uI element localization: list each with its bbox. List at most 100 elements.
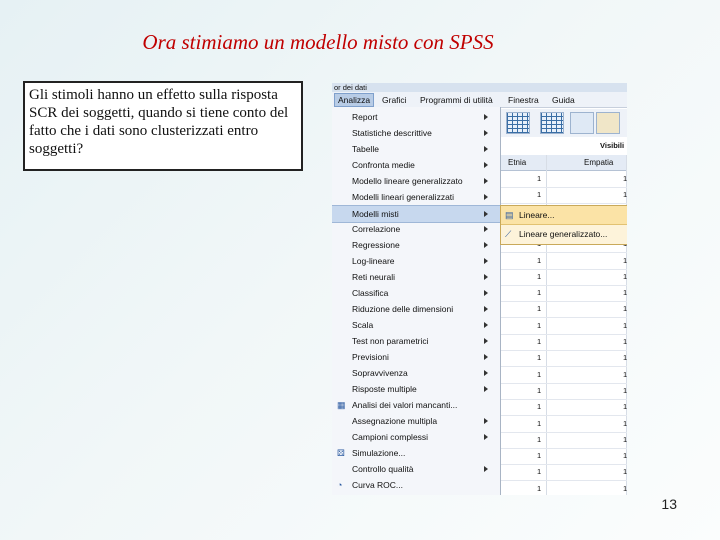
menubar-guida[interactable]: Guida xyxy=(552,95,575,105)
menu-item-label: Riduzione delle dimensioni xyxy=(352,304,454,314)
submenu-arrow-icon xyxy=(484,290,488,296)
grid-cell[interactable]: 1 xyxy=(623,370,627,379)
menu-item[interactable]: Statistiche descrittive xyxy=(332,125,500,141)
column-header-etnia[interactable]: Etnia xyxy=(508,158,526,167)
grid-cell[interactable]: 1 xyxy=(537,288,541,297)
menubar-grafici[interactable]: Grafici xyxy=(382,95,407,105)
grid-cell[interactable]: 1 xyxy=(623,451,627,460)
grid-cell[interactable]: 1 xyxy=(537,174,541,183)
grid-cell[interactable]: 1 xyxy=(537,419,541,428)
modelli-misti-submenu: ▤ Lineare... ⟋ Lineare generalizzato... xyxy=(500,205,627,245)
menu-item[interactable]: Sopravvivenza xyxy=(332,365,500,381)
menu-item-label: Test non parametrici xyxy=(352,336,429,346)
menu-item[interactable]: Report xyxy=(332,109,500,125)
menu-item[interactable]: Confronta medie xyxy=(332,157,500,173)
table-row: 11 xyxy=(500,481,627,495)
table-row: 11 xyxy=(500,432,627,449)
menubar-programmi[interactable]: Programmi di utilità xyxy=(420,95,493,105)
submenu-arrow-icon xyxy=(484,370,488,376)
grid-cell[interactable]: 1 xyxy=(537,353,541,362)
grid-cell[interactable]: 1 xyxy=(623,435,627,444)
grid-cell[interactable]: 1 xyxy=(623,386,627,395)
grid-cell[interactable]: 1 xyxy=(537,321,541,330)
menu-item[interactable]: Test non parametrici xyxy=(332,333,500,349)
menu-item[interactable]: Campioni complessi xyxy=(332,429,500,445)
spss-screenshot: or dei dati Analizza Grafici Programmi d… xyxy=(332,83,627,495)
menu-item[interactable]: Previsioni xyxy=(332,349,500,365)
submenu-arrow-icon xyxy=(484,194,488,200)
menu-item[interactable]: Assegnazione multipla xyxy=(332,413,500,429)
menu-item[interactable]: Scala xyxy=(332,317,500,333)
grid-cell[interactable]: 1 xyxy=(537,370,541,379)
menu-item-label: Sopravvivenza xyxy=(352,368,408,378)
menu-item[interactable]: Classifica xyxy=(332,285,500,301)
menu-item[interactable]: ⚄ Simulazione... xyxy=(332,445,500,461)
grid-cell[interactable]: 1 xyxy=(623,402,627,411)
submenu-arrow-icon xyxy=(484,114,488,120)
menu-item[interactable]: Tabelle xyxy=(332,141,500,157)
menu-item[interactable]: Controllo qualità xyxy=(332,461,500,477)
table-row: 11 xyxy=(500,171,627,188)
grid-cell[interactable]: 1 xyxy=(537,272,541,281)
table-row: 11 xyxy=(500,367,627,384)
data-grid-icon[interactable] xyxy=(506,112,530,134)
submenu-arrow-icon xyxy=(484,274,488,280)
weight-scale-icon[interactable] xyxy=(596,112,620,134)
menu-item-label: Log-lineare xyxy=(352,256,395,266)
variables-grid-icon[interactable] xyxy=(540,112,564,134)
menu-item[interactable]: ◔ Curva ROC... xyxy=(332,477,500,493)
missing-values-icon: ▦ xyxy=(337,400,346,410)
grid-cell[interactable]: 1 xyxy=(623,288,627,297)
grid-cell[interactable]: 1 xyxy=(623,272,627,281)
menu-item-label: Classifica xyxy=(352,288,389,298)
grid-cell[interactable]: 1 xyxy=(537,451,541,460)
grid-cell[interactable]: 1 xyxy=(537,256,541,265)
menu-item-label: Modello lineare generalizzato xyxy=(352,176,463,186)
grid-cell[interactable]: 1 xyxy=(623,174,627,183)
grid-cell[interactable]: 1 xyxy=(623,321,627,330)
grid-cell[interactable]: 1 xyxy=(623,337,627,346)
grid-cell[interactable]: 1 xyxy=(537,435,541,444)
grid-cell[interactable]: 1 xyxy=(537,190,541,199)
grid-cell[interactable]: 1 xyxy=(537,337,541,346)
menu-item-label: Tabelle xyxy=(352,144,379,154)
table-row: 11 xyxy=(500,334,627,351)
submenu-item-lineare[interactable]: ▤ Lineare... xyxy=(501,206,627,225)
menu-item[interactable]: Reti neurali xyxy=(332,269,500,285)
menu-item[interactable]: Modelli lineari generalizzati xyxy=(332,189,500,205)
menu-item[interactable]: Log-lineare xyxy=(332,253,500,269)
menu-item[interactable]: Risposte multiple xyxy=(332,381,500,397)
menu-item[interactable]: Correlazione xyxy=(332,221,500,237)
menu-item[interactable]: Modello lineare generalizzato xyxy=(332,173,500,189)
grid-cell[interactable]: 1 xyxy=(623,256,627,265)
grid-cell[interactable]: 1 xyxy=(537,304,541,313)
grid-cell[interactable]: 1 xyxy=(623,484,627,493)
menu-item-label: Campioni complessi xyxy=(352,432,429,442)
table-row: 11 xyxy=(500,416,627,433)
grid-cell[interactable]: 1 xyxy=(623,190,627,199)
menu-item-label: Confronta medie xyxy=(352,160,415,170)
grid-cell[interactable]: 1 xyxy=(537,386,541,395)
generalized-model-icon: ⟋ xyxy=(505,229,512,239)
table-icon[interactable] xyxy=(570,112,594,134)
analizza-menu: Report Statistiche descrittive Tabelle Conf… xyxy=(332,107,501,495)
grid-cell[interactable]: 1 xyxy=(623,419,627,428)
menubar-finestra[interactable]: Finestra xyxy=(508,95,539,105)
submenu-arrow-icon xyxy=(484,258,488,264)
menubar-analizza[interactable]: Analizza xyxy=(334,93,375,107)
table-row: 11 xyxy=(500,464,627,482)
grid-cell[interactable]: 1 xyxy=(537,467,541,476)
grid-cell[interactable]: 1 xyxy=(623,353,627,362)
menu-item-label: Curva ROC... xyxy=(352,480,404,490)
grid-cell[interactable]: 1 xyxy=(537,484,541,493)
menu-item[interactable]: ▦ Analisi dei valori mancanti... xyxy=(332,397,500,413)
grid-cell[interactable]: 1 xyxy=(623,467,627,476)
grid-cell[interactable]: 1 xyxy=(623,304,627,313)
grid-cell[interactable]: 1 xyxy=(537,402,541,411)
column-header-empatia[interactable]: Empatia xyxy=(584,158,613,167)
menu-item[interactable]: Regressione xyxy=(332,237,500,253)
menu-item[interactable]: Riduzione delle dimensioni xyxy=(332,301,500,317)
table-row: 11 xyxy=(500,448,627,466)
submenu-arrow-icon xyxy=(484,146,488,152)
submenu-item-lineare-generalizzato[interactable]: ⟋ Lineare generalizzato... xyxy=(501,225,627,243)
